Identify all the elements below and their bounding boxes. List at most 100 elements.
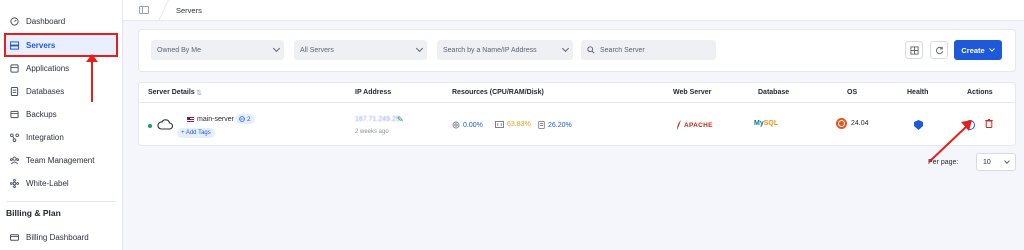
cpu-usage: 0.00% — [452, 121, 483, 129]
cpu-icon — [452, 121, 460, 129]
sidebar-item-label: Backups — [26, 109, 57, 119]
search-input[interactable] — [600, 46, 710, 54]
sidebar-item-label: Team Management — [26, 155, 95, 165]
table-header: Server Details ⇅ IP Address Resources (C… — [139, 83, 1015, 103]
sidebar-item-label: Integration — [26, 132, 64, 142]
sidebar-item-white-label[interactable]: White-Label — [6, 173, 117, 193]
us-flag-icon — [187, 117, 194, 122]
web-server-name: APACHE — [684, 121, 713, 129]
ram-icon — [495, 121, 504, 128]
sidebar-divider — [6, 201, 117, 202]
refresh-button[interactable] — [930, 41, 948, 59]
billing-icon — [10, 233, 19, 242]
add-tags-button[interactable]: + Add Tags — [177, 128, 215, 138]
sidebar-item-label: White-Label — [26, 178, 69, 188]
database-logo: MySQL — [754, 120, 778, 127]
per-page-value: 10 — [983, 158, 991, 166]
sidebar-item-label: Billing Dashboard — [26, 232, 89, 242]
sidebar-item-applications[interactable]: Applications — [6, 58, 117, 78]
header-actions: Actions — [967, 89, 993, 96]
backups-icon — [10, 110, 19, 119]
sidebar: Dashboard Servers Applications Databases… — [0, 0, 123, 250]
header-server-details[interactable]: Server Details — [148, 89, 195, 96]
ip-address[interactable]: 167.71.249.25 — [355, 116, 400, 123]
owned-by-select[interactable]: Owned By Me — [151, 40, 284, 60]
view-details-icon[interactable] — [965, 120, 975, 130]
search-by-select[interactable]: Search by a Name/IP Address — [437, 40, 573, 60]
per-page-select[interactable]: 10 — [976, 153, 1016, 171]
trash-icon[interactable] — [985, 119, 993, 130]
create-label: Create — [961, 45, 985, 55]
header-web-server: Web Server — [673, 89, 712, 96]
create-button[interactable]: Create — [954, 40, 1002, 60]
cpu-value: 0.00% — [463, 121, 483, 129]
servers-icon — [10, 40, 19, 50]
sidebar-item-servers[interactable]: Servers — [4, 33, 118, 57]
sidebar-item-billing-dashboard[interactable]: Billing Dashboard — [6, 227, 117, 247]
ubuntu-icon — [836, 118, 847, 129]
servers-table: Server Details ⇅ IP Address Resources (C… — [138, 82, 1016, 146]
chevron-down-icon — [415, 44, 424, 53]
grid-view-button[interactable] — [905, 41, 923, 59]
server-filter-value: All Servers — [300, 46, 334, 54]
header-os: OS — [847, 89, 858, 96]
chevron-down-icon — [561, 44, 570, 53]
search-by-value: Search by a Name/IP Address — [443, 46, 537, 54]
header-ip-address: IP Address — [355, 89, 392, 96]
health-shield-icon[interactable] — [914, 120, 923, 130]
chevron-down-icon — [272, 44, 281, 53]
sites-count-badge[interactable]: 2 — [235, 114, 255, 124]
search-server-field[interactable] — [581, 40, 716, 60]
server-name[interactable]: main-server — [187, 116, 234, 123]
sidebar-item-dashboard[interactable]: Dashboard — [6, 11, 117, 31]
databases-icon — [10, 86, 19, 96]
sidebar-item-databases[interactable]: Databases — [6, 81, 117, 101]
globe-icon — [239, 116, 245, 122]
breadcrumb-separator — [158, 0, 169, 21]
sidebar-item-backups[interactable]: Backups — [6, 104, 117, 124]
breadcrumb: Servers — [123, 0, 1024, 21]
header-resources: Resources (CPU/RAM/Disk) — [452, 89, 544, 96]
database-name-part2: SQL — [763, 120, 779, 127]
sidebar-item-label: Servers — [26, 40, 56, 50]
owned-by-value: Owned By Me — [157, 46, 201, 54]
disk-icon — [538, 121, 545, 129]
cloud-icon — [157, 119, 173, 130]
ip-address-text: 167.71.249.25 — [355, 116, 400, 123]
sidebar-item-team-management[interactable]: Team Management — [6, 150, 117, 170]
search-icon — [587, 46, 595, 54]
header-database: Database — [758, 89, 790, 96]
grid-icon — [909, 45, 919, 55]
sidebar-item-label: Applications — [26, 63, 70, 73]
sidebar-item-integration[interactable]: Integration — [6, 127, 117, 147]
team-icon — [10, 156, 19, 165]
os-info: 24.04 — [836, 118, 869, 129]
os-version: 24.04 — [851, 120, 869, 127]
server-filter-select[interactable]: All Servers — [294, 40, 427, 60]
breadcrumb-current: Servers — [176, 5, 202, 15]
sites-count: 2 — [247, 115, 251, 123]
edit-pencil-icon[interactable]: ✎ — [397, 115, 404, 124]
applications-icon — [10, 63, 19, 73]
white-label-icon — [10, 178, 19, 188]
ram-value: 63.83% — [507, 121, 531, 128]
database-name-part1: My — [754, 120, 764, 127]
sidebar-toggle-icon[interactable] — [139, 6, 149, 14]
server-name-text: main-server — [197, 116, 234, 123]
header-health: Health — [907, 89, 929, 96]
table-row[interactable]: main-server 2 + Add Tags 167.71.249.25 ✎… — [139, 104, 1015, 147]
web-server-logo: APACHE — [676, 120, 713, 130]
dashboard-icon — [10, 16, 19, 26]
sidebar-item-label: Dashboard — [26, 16, 66, 26]
per-page-label: Per page: — [928, 159, 959, 166]
billing-section-title: Billing & Plan — [6, 208, 61, 218]
disk-value: 26.20% — [548, 121, 572, 129]
sort-icon[interactable]: ⇅ — [196, 89, 202, 97]
ram-usage: 63.83% — [495, 121, 531, 128]
apache-feather-icon — [677, 120, 681, 130]
chevron-down-icon — [1004, 158, 1010, 164]
integration-icon — [10, 132, 19, 142]
status-dot — [148, 124, 152, 128]
filters-panel: Owned By Me All Servers Search by a Name… — [138, 29, 1016, 72]
disk-usage: 26.20% — [538, 121, 572, 129]
